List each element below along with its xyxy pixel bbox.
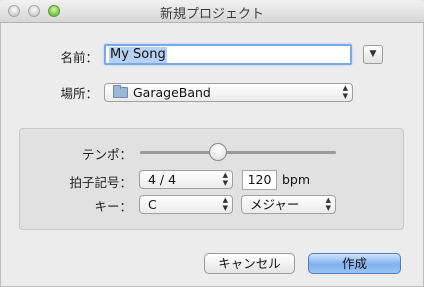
cancel-button[interactable]: キャンセル bbox=[204, 253, 295, 274]
location-popup[interactable]: GarageBand ▲ ▼ bbox=[104, 83, 353, 102]
folder-icon bbox=[113, 85, 128, 98]
chevron-down-icon: ▼ bbox=[369, 49, 377, 59]
scale-popup[interactable]: メジャー ▲ ▼ bbox=[241, 195, 336, 214]
location-value: GarageBand bbox=[133, 85, 211, 100]
name-value: My Song bbox=[109, 47, 167, 63]
name-label: 名前： bbox=[60, 50, 98, 65]
bpm-field[interactable]: 120 bbox=[242, 170, 277, 190]
time-signature-value: 4 / 4 bbox=[148, 172, 177, 187]
updown-arrows-icon: ▲ ▼ bbox=[342, 84, 348, 100]
time-signature-popup[interactable]: 4 / 4 ▲ ▼ bbox=[139, 170, 233, 189]
time-signature-label: 拍子記号： bbox=[69, 175, 132, 190]
window-title: 新規プロジェクト bbox=[159, 7, 264, 22]
title-bar: 新規プロジェクト bbox=[0, 0, 424, 23]
updown-arrows-icon: ▲ ▼ bbox=[325, 196, 331, 212]
expand-button[interactable]: ▼ bbox=[363, 45, 383, 64]
new-project-dialog: 新規プロジェクト 名前： My Song ▼ 場所： GarageBand ▲ ▼… bbox=[0, 0, 424, 287]
name-field[interactable]: My Song bbox=[104, 44, 352, 65]
tempo-label: テンポ： bbox=[81, 147, 132, 162]
updown-arrows-icon: ▲ ▼ bbox=[222, 171, 228, 187]
updown-arrows-icon: ▲ ▼ bbox=[222, 196, 228, 212]
scale-value: メジャー bbox=[250, 197, 300, 212]
location-label: 場所： bbox=[60, 86, 98, 101]
tempo-slider-track[interactable] bbox=[140, 151, 336, 154]
key-popup[interactable]: C ▲ ▼ bbox=[139, 195, 233, 214]
key-label: キー： bbox=[94, 199, 132, 214]
bpm-unit: bpm bbox=[282, 172, 311, 187]
create-button[interactable]: 作成 bbox=[308, 253, 401, 274]
key-value: C bbox=[148, 197, 157, 212]
